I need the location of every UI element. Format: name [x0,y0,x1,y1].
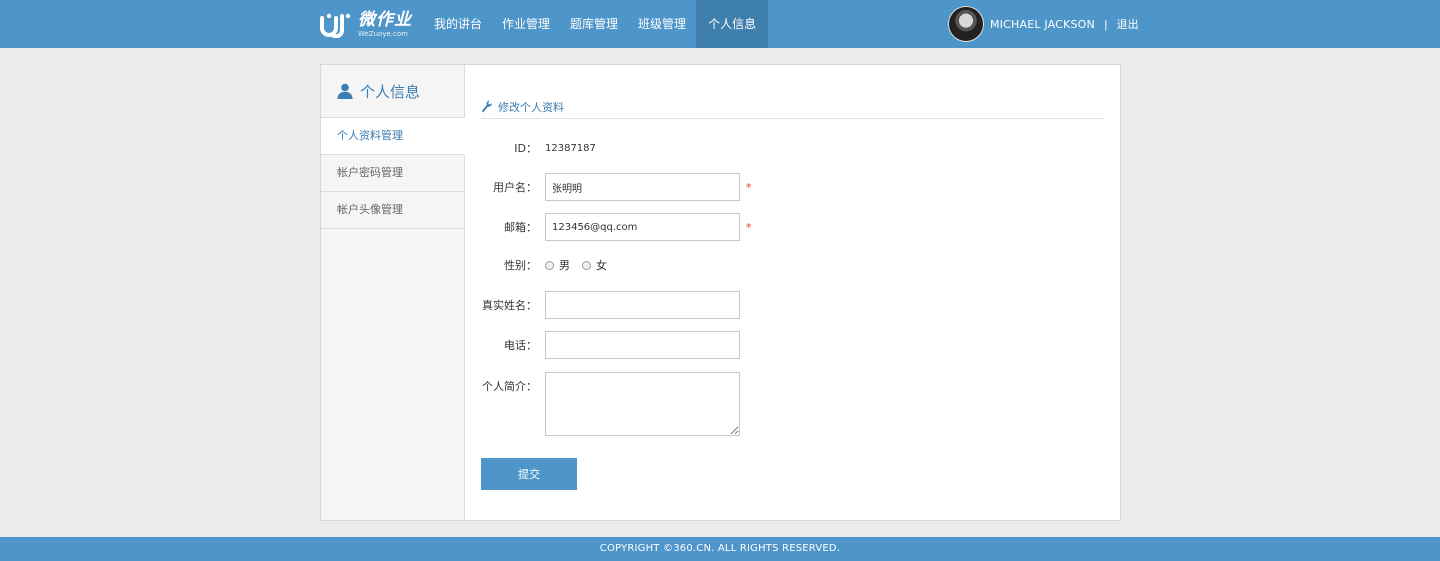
avatar[interactable] [948,6,984,42]
user-area: MICHAEL JACKSON | 退出 [948,5,1139,43]
top-nav-bar: 微作业 WeZuoye.com 我的讲台 作业管理 题库管理 班级管理 个人信息… [0,0,1440,48]
logo-domain: WeZuoye.com [358,30,408,38]
bio-textarea[interactable] [545,372,740,436]
user-name[interactable]: MICHAEL JACKSON [990,18,1095,31]
gender-row: 性别： 男 女 [481,257,1105,273]
copyright-text: COPYRIGHT ©360.CN. ALL RIGHTS RESERVED. [599,543,841,554]
logo-text: 微作业 WeZuoye.com [358,12,412,38]
gender-female-radio[interactable]: 女 [582,257,607,273]
submit-button[interactable]: 提交 [481,458,577,490]
footer: COPYRIGHT ©360.CN. ALL RIGHTS RESERVED. [0,537,1440,561]
sidebar-item-profile[interactable]: 个人资料管理 [321,118,465,155]
radio-circle-icon[interactable] [545,260,554,270]
radio-circle-icon[interactable] [582,260,591,270]
gender-female-label: 女 [596,259,607,272]
nav-personal-info[interactable]: 个人信息 [696,0,769,48]
id-value: 12387187 [545,142,596,154]
user-separator: | [1103,17,1108,31]
id-label: ID： [514,142,537,155]
email-row: 邮箱： * [481,213,1105,241]
main-panel: 个人信息 个人资料管理 帐户密码管理 帐户头像管理 修改个人资料 ID： 123… [320,64,1121,521]
email-label: 邮箱： [504,221,537,234]
phone-label: 电话： [504,339,537,352]
gender-male-label: 男 [559,259,570,272]
logo-mark-icon [320,12,354,39]
sidebar-item-password[interactable]: 帐户密码管理 [321,155,464,192]
username-required-mark: * [746,180,752,194]
realname-label: 真实姓名： [482,299,537,312]
bio-row: 个人简介： [481,372,1105,436]
nav-question-bank[interactable]: 题库管理 [560,0,628,48]
nav-my-podium[interactable]: 我的讲台 [424,0,492,48]
realname-row: 真实姓名： [481,291,1105,319]
section-title: 修改个人资料 [481,95,1105,119]
username-row: 用户名： * [481,173,1105,201]
phone-row: 电话： [481,331,1105,359]
gender-label: 性别： [504,259,537,272]
email-required-mark: * [746,220,752,234]
section-title-text: 修改个人资料 [498,100,564,114]
phone-input[interactable] [545,331,740,359]
wrench-icon [481,100,492,113]
bio-label: 个人简介： [482,380,537,393]
sidebar: 个人信息 个人资料管理 帐户密码管理 帐户头像管理 [321,65,465,520]
sidebar-item-avatar[interactable]: 帐户头像管理 [321,192,464,229]
logout-link[interactable]: 退出 [1117,16,1139,32]
logo[interactable]: 微作业 WeZuoye.com [320,10,412,40]
nav-homework-management[interactable]: 作业管理 [492,0,560,48]
person-icon [337,83,353,99]
username-input[interactable] [545,173,740,201]
email-input[interactable] [545,213,740,241]
logo-name: 微作业 [358,10,412,30]
nav-class-management[interactable]: 班级管理 [628,0,696,48]
realname-input[interactable] [545,291,740,319]
sidebar-title: 个人信息 [321,65,464,118]
main-nav: 我的讲台 作业管理 题库管理 班级管理 个人信息 [424,0,769,48]
sidebar-title-text: 个人信息 [360,82,421,101]
id-row: ID： 12387187 [481,141,1105,155]
username-label: 用户名： [493,181,537,194]
gender-male-radio[interactable]: 男 [545,257,570,273]
